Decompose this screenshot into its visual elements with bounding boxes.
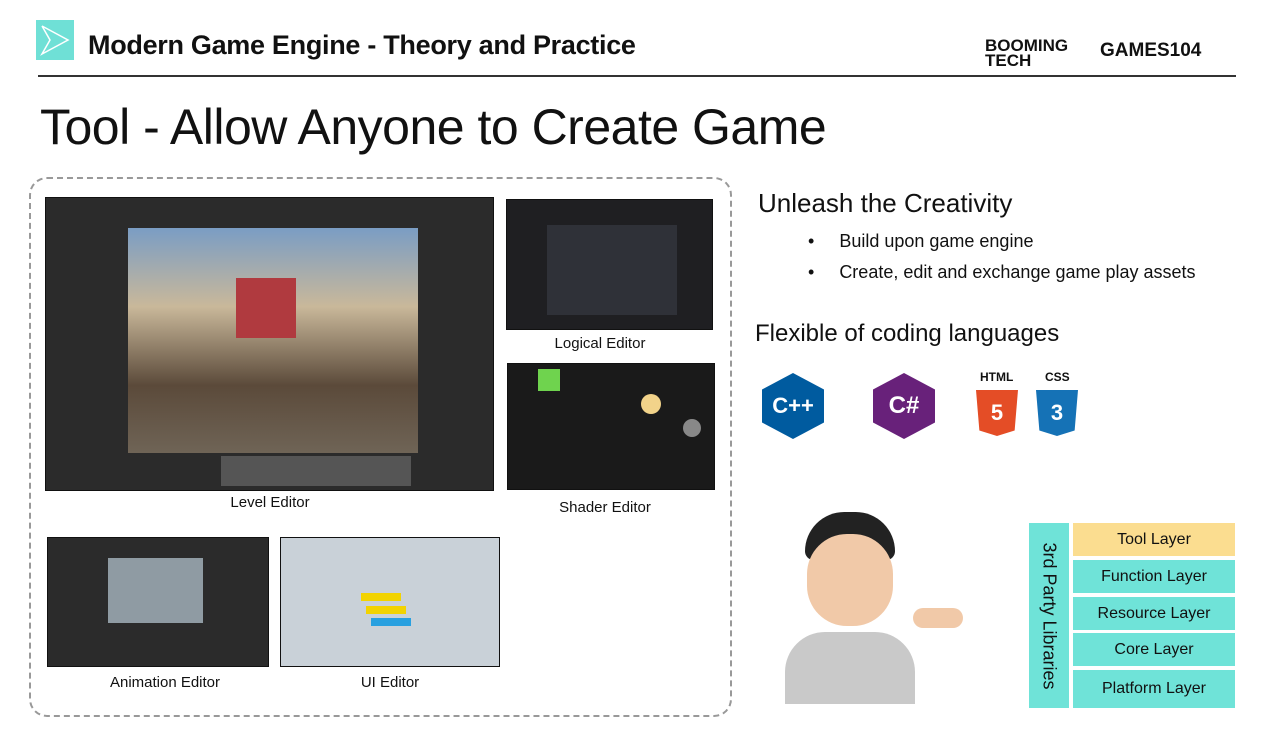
- logical-editor-screenshot: [506, 199, 713, 330]
- logical-editor-caption: Logical Editor: [554, 335, 646, 352]
- avatar-illustration: [785, 512, 963, 704]
- shader-editor-caption: Shader Editor: [559, 499, 651, 516]
- games104-logo: GAMES104: [1100, 40, 1202, 61]
- paper-plane-icon: [40, 25, 70, 56]
- layer-core: Core Layer: [1073, 633, 1235, 666]
- creativity-heading: Unleash the Creativity: [758, 188, 1013, 218]
- ui-editor-caption: UI Editor: [360, 674, 420, 691]
- booming-tech-logo: BOOMING TECH: [985, 36, 1069, 70]
- bullet-item: • Create, edit and exchange game play as…: [808, 262, 1196, 282]
- layer-platform: Platform Layer: [1073, 670, 1235, 708]
- layer-tool: Tool Layer: [1073, 523, 1235, 556]
- layer-function: Function Layer: [1073, 560, 1235, 593]
- third-party-libraries-bar: 3rd Party Libraries: [1029, 523, 1069, 708]
- css-label: CSS: [1045, 370, 1070, 384]
- shader-editor-screenshot: [507, 363, 715, 490]
- cpp-icon: C++: [762, 373, 824, 439]
- layer-resource: Resource Layer: [1073, 597, 1235, 630]
- animation-editor-caption: Animation Editor: [109, 674, 221, 691]
- slide-title: Tool - Allow Anyone to Create Game: [40, 99, 827, 155]
- header-divider: [38, 75, 1236, 77]
- css3-icon: 3: [1036, 390, 1078, 436]
- bullet-item: • Build upon game engine: [808, 231, 1034, 251]
- header-title: Modern Game Engine - Theory and Practice: [88, 30, 636, 60]
- animation-editor-screenshot: [47, 537, 269, 667]
- csharp-icon: C#: [873, 373, 935, 439]
- course-logo: [36, 20, 74, 60]
- ui-editor-screenshot: [280, 537, 500, 667]
- level-editor-screenshot: [45, 197, 494, 491]
- languages-heading: Flexible of coding languages: [755, 320, 1060, 347]
- level-editor-caption: Level Editor: [230, 494, 310, 511]
- html-label: HTML: [980, 370, 1014, 384]
- html5-icon: 5: [976, 390, 1018, 436]
